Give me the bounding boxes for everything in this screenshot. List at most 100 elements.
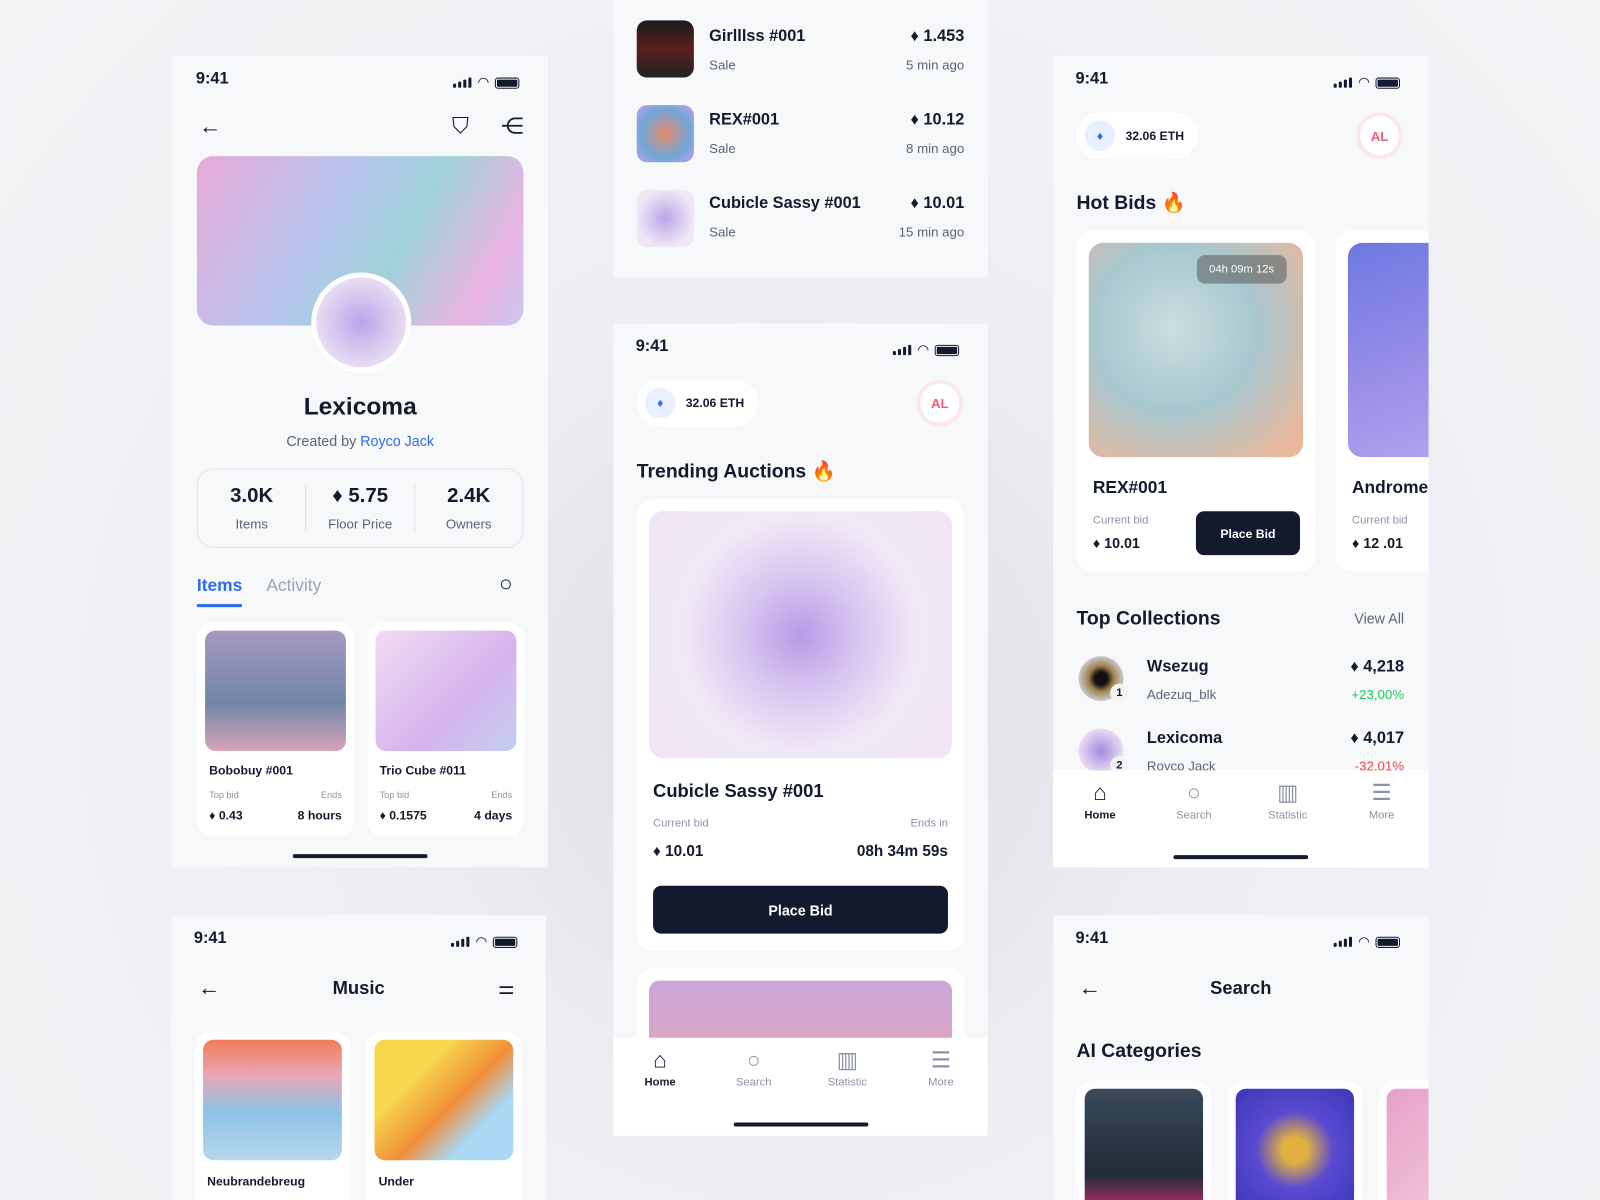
activity-price: ♦ 1.453: [910, 27, 965, 45]
activity-row[interactable]: Girlllss #001 Sale ♦ 1.453 5 min ago: [613, 20, 987, 81]
value-amount: 4,218: [1363, 658, 1405, 676]
wallet-balance[interactable]: ♦ 32.06 ETH: [1076, 112, 1199, 160]
item-name: Bobobuy #001: [209, 763, 293, 778]
back-arrow-icon[interactable]: ←: [199, 114, 221, 138]
nft-name: REX#001: [1092, 477, 1168, 497]
activity-row[interactable]: REX#001 Sale ♦ 10.12 8 min ago: [613, 105, 987, 166]
status-icons: ◠: [1333, 74, 1401, 90]
place-bid-button[interactable]: Place Bid: [653, 885, 948, 934]
activity-type: Sale: [709, 140, 736, 157]
avatar[interactable]: AL: [1356, 112, 1404, 160]
status-icons: ◠: [1333, 934, 1401, 950]
activity-time: 5 min ago: [906, 57, 965, 73]
category-image: [1386, 1088, 1429, 1200]
search-icon: ○: [1187, 779, 1201, 806]
home-screen: 9:41 ◠ ♦ 32.06 ETH AL Hot Bids 🔥 04h 09m …: [1053, 56, 1429, 868]
search-screen: 9:41 ◠ ← Search AI Categories: [1053, 915, 1429, 1200]
activity-price: ♦ 10.12: [910, 111, 965, 129]
current-bid-value: ♦ 10.01: [653, 842, 704, 861]
wallet-balance[interactable]: ♦ 32.06 ETH: [636, 379, 759, 427]
stat-owners: 2.4K Owners: [415, 485, 522, 532]
section-title: Hot Bids 🔥: [1076, 192, 1186, 215]
current-bid-value: ♦ 12 .01: [1352, 534, 1404, 552]
home-indicator: [1173, 855, 1309, 860]
nav-label: Home: [1084, 809, 1116, 822]
activity-thumb: [636, 20, 694, 78]
status-time: 9:41: [193, 929, 227, 947]
item-name: Trio Cube #011: [379, 763, 467, 778]
music-card[interactable]: Under: [366, 1031, 522, 1200]
nav-more[interactable]: ☰ More: [1346, 779, 1417, 868]
hot-bid-card[interactable]: Andromeda Current bid ♦ 12 .01: [1335, 230, 1429, 572]
category-card[interactable]: [1378, 1080, 1429, 1200]
status-icons: ◠: [451, 934, 518, 950]
activity-type: Sale: [709, 224, 736, 240]
nav-home[interactable]: ⌂ Home: [1064, 780, 1135, 868]
collection-title: Lexicoma: [303, 392, 417, 421]
home-indicator: [292, 854, 428, 859]
collection-value: ♦ 4,017: [1350, 729, 1405, 747]
activity-name: REX#001: [709, 111, 780, 129]
activity-row[interactable]: Cubicle Sassy #001 Sale ♦ 10.01 15 min a…: [613, 189, 987, 251]
stat-label: Owners: [445, 516, 492, 532]
price-value: 1.453: [923, 27, 965, 45]
filter-icon[interactable]: ⛉: [452, 114, 469, 138]
category-image: [1084, 1088, 1204, 1200]
item-card[interactable]: Trio Cube #011 Top bid Ends ♦ 0.1575 4 d…: [367, 622, 525, 837]
share-icon[interactable]: ⋲: [501, 114, 523, 138]
nav-home[interactable]: ⌂ Home: [624, 1047, 695, 1136]
collection-profile-screen: 9:41 ◠ ← ⛉ ⋲ Lexicoma Created by Royco J…: [172, 56, 548, 868]
stat-label: Items: [235, 516, 268, 532]
bottom-nav: ⌂ Home ○ Search ▥ Statistic ☰ More: [1053, 770, 1429, 868]
menu-icon: ☰: [1371, 779, 1392, 806]
stat-floor-price: ♦ 5.75 Floor Price: [306, 484, 415, 532]
section-title: Trending Auctions 🔥: [636, 461, 836, 483]
category-card[interactable]: [1227, 1080, 1363, 1200]
music-image: [374, 1039, 514, 1161]
balance-text: 32.06 ETH: [1125, 128, 1185, 143]
ends-value: 8 hours: [297, 808, 342, 823]
collection-row[interactable]: 1 Wsezug Adezuq_blk ♦ 4,218 +23,00%: [1053, 654, 1429, 715]
tab-items[interactable]: Items: [196, 576, 243, 608]
status-time: 9:41: [195, 70, 229, 88]
activity-name: Girlllss #001: [709, 27, 806, 45]
creator-link[interactable]: Royco Jack: [360, 433, 434, 449]
activity-name: Cubicle Sassy #001: [709, 194, 861, 213]
current-bid-label: Current bid: [653, 817, 709, 830]
auction-card[interactable]: Cubicle Sassy #001 Current bid Ends in ♦…: [636, 498, 965, 952]
nav-label: More: [928, 1076, 954, 1089]
auction-name: Cubicle Sassy #001: [653, 780, 824, 802]
bid-amount: 0.1575: [389, 808, 427, 823]
created-by-label: Created by: [286, 432, 357, 449]
tab-activity[interactable]: Activity: [266, 576, 321, 596]
ends-in-label: Ends in: [910, 817, 948, 830]
place-bid-button[interactable]: Place Bid: [1195, 511, 1300, 556]
activity-price: ♦ 10.01: [910, 194, 965, 213]
nav-more[interactable]: ☰ More: [905, 1047, 976, 1136]
status-time: 9:41: [635, 337, 669, 356]
view-all-link[interactable]: View All: [1354, 610, 1404, 626]
home-indicator: [733, 1122, 869, 1127]
section-title: AI Categories: [1076, 1040, 1202, 1063]
activity-list: Girlllss #001 Sale ♦ 1.453 5 min ago REX…: [613, 0, 988, 278]
status-time: 9:41: [1075, 929, 1109, 947]
ends-label: Ends: [320, 789, 342, 800]
ends-value: 4 days: [474, 808, 513, 823]
item-card[interactable]: Bobobuy #001 Top bid Ends ♦ 0.43 8 hours: [196, 622, 355, 837]
stat-value: 5.75: [348, 484, 389, 508]
price-value: 10.12: [923, 111, 965, 129]
hot-bid-card[interactable]: 04h 09m 12s REX#001 Current bid ♦ 10.01 …: [1076, 230, 1316, 572]
value-amount: 4,017: [1363, 729, 1405, 747]
nft-image: [1347, 242, 1429, 458]
music-card[interactable]: Neubrandebreug: [194, 1031, 350, 1200]
auction-image: [648, 511, 953, 759]
top-bid-value: ♦ 0.1575: [379, 808, 427, 823]
countdown-badge: 04h 09m 12s: [1196, 255, 1287, 284]
search-icon: ○: [746, 1046, 761, 1073]
search-icon[interactable]: ○: [499, 571, 513, 595]
battery-icon: [495, 77, 520, 89]
avatar[interactable]: AL: [916, 379, 964, 427]
category-card[interactable]: [1076, 1080, 1212, 1200]
settings-sliders-icon[interactable]: ⚌: [498, 976, 514, 1000]
rank-badge: 1: [1110, 683, 1129, 703]
